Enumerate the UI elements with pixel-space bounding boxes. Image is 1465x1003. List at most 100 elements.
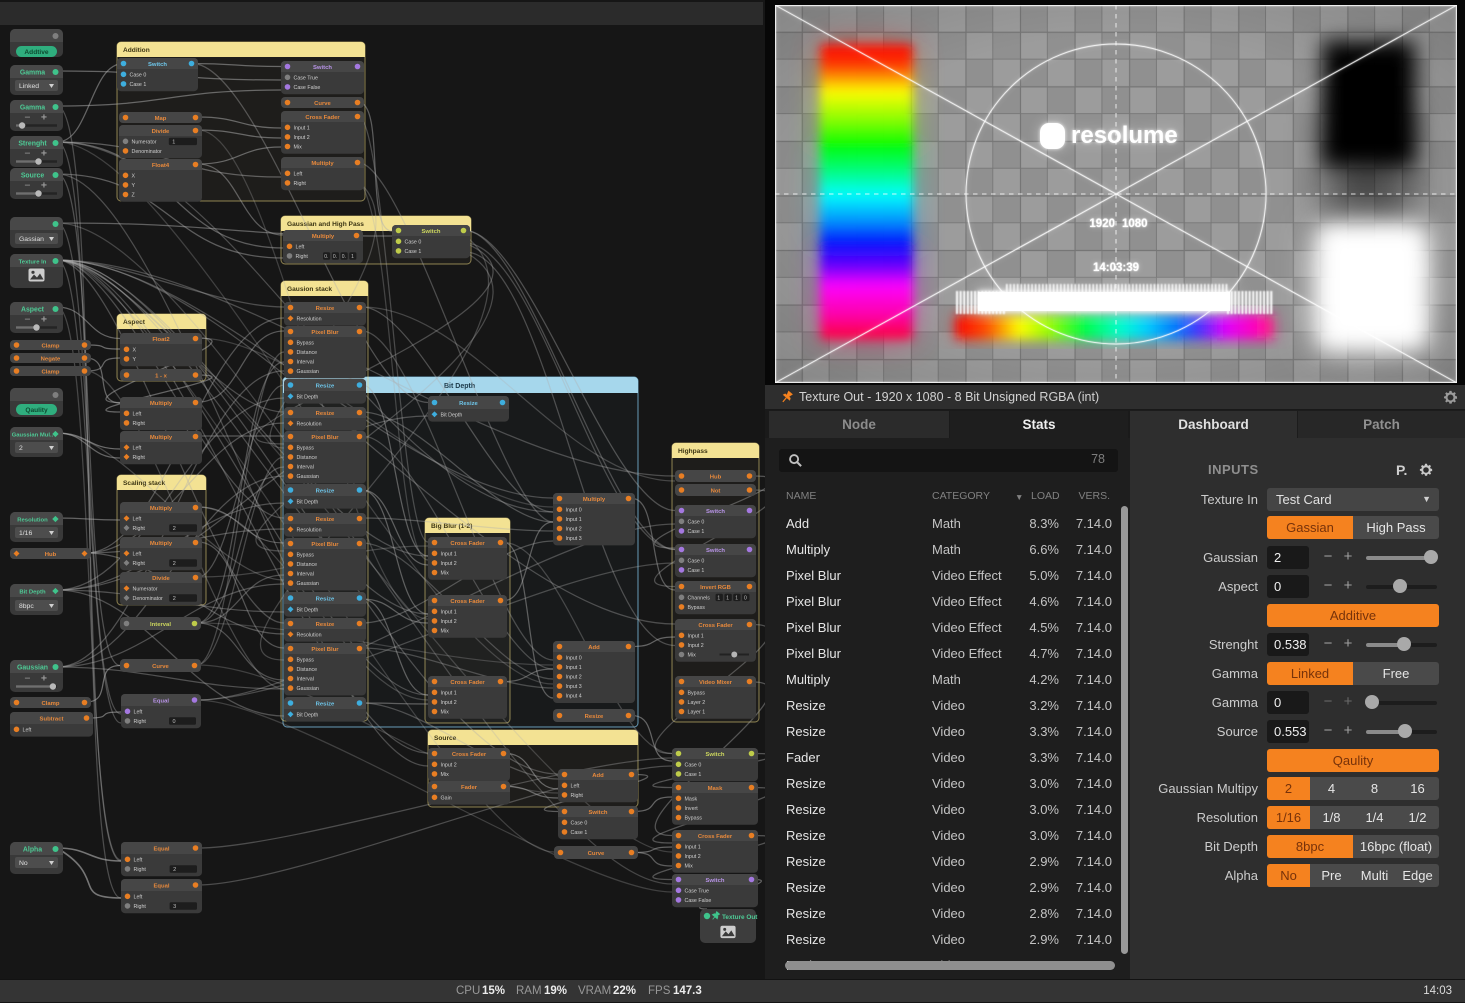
- svg-text:Multiply: Multiply: [311, 161, 334, 167]
- svg-text:No: No: [19, 860, 28, 867]
- svg-text:Switch: Switch: [706, 752, 725, 758]
- svg-text:Bypass: Bypass: [297, 552, 315, 558]
- svg-text:Input 2: Input 2: [685, 854, 701, 860]
- svg-text:0: 0: [744, 595, 747, 601]
- svg-text:Source: Source: [434, 735, 457, 742]
- svg-text:Y: Y: [133, 357, 137, 363]
- svg-text:Resolution: Resolution: [17, 518, 48, 524]
- svg-text:Bit Depth: Bit Depth: [19, 590, 46, 596]
- svg-text:Multiply: Multiply: [150, 435, 173, 441]
- svg-text:Input 1: Input 1: [441, 551, 457, 557]
- svg-text:Layer 1: Layer 1: [688, 710, 706, 716]
- svg-text:Distance: Distance: [297, 350, 318, 356]
- svg-text:Subtract: Subtract: [40, 716, 64, 722]
- svg-text:Gausion stack: Gausion stack: [287, 286, 332, 293]
- svg-text:Interval: Interval: [297, 677, 314, 683]
- svg-text:Case 1: Case 1: [571, 830, 588, 836]
- svg-text:Case False: Case False: [294, 85, 321, 91]
- svg-text:Input 2: Input 2: [441, 762, 457, 768]
- svg-text:Multiply: Multiply: [150, 541, 173, 547]
- svg-text:0: 0: [173, 719, 176, 725]
- svg-text:Input 1: Input 1: [566, 665, 582, 671]
- svg-text:Resize: Resize: [316, 701, 335, 707]
- svg-text:Addition: Addition: [123, 47, 150, 54]
- svg-text:1 - x: 1 - x: [155, 373, 168, 379]
- svg-text:Pixel Blur: Pixel Blur: [311, 647, 339, 653]
- svg-text:Mask: Mask: [685, 796, 698, 802]
- svg-text:Left: Left: [134, 709, 143, 715]
- svg-text:Left: Left: [571, 783, 580, 789]
- svg-text:Bypass: Bypass: [297, 340, 315, 346]
- svg-text:Curve: Curve: [314, 101, 331, 107]
- svg-text:Resize: Resize: [316, 306, 335, 312]
- svg-text:Resize: Resize: [459, 401, 478, 407]
- svg-text:Input 1: Input 1: [441, 690, 457, 696]
- svg-text:Bypass: Bypass: [688, 690, 706, 696]
- svg-text:2: 2: [19, 445, 23, 452]
- svg-text:Right: Right: [294, 181, 307, 187]
- svg-text:Multiply: Multiply: [312, 234, 335, 240]
- svg-text:Input 0: Input 0: [566, 655, 582, 661]
- svg-text:Alpha: Alpha: [23, 847, 42, 854]
- svg-text:Float4: Float4: [152, 163, 170, 169]
- svg-text:Case 0: Case 0: [405, 239, 422, 245]
- svg-text:Invert: Invert: [685, 806, 699, 812]
- svg-text:Switch: Switch: [422, 229, 441, 235]
- svg-text:−: −: [24, 673, 30, 685]
- svg-text:Linked: Linked: [19, 83, 39, 90]
- svg-text:Float2: Float2: [152, 337, 170, 343]
- svg-text:1: 1: [735, 595, 738, 601]
- svg-text:Bit Depth: Bit Depth: [297, 499, 319, 505]
- svg-text:Gaussian: Gaussian: [297, 474, 319, 480]
- svg-text:Case 1: Case 1: [130, 82, 147, 88]
- svg-text:Add: Add: [588, 645, 600, 651]
- svg-text:Mask: Mask: [708, 786, 723, 792]
- svg-text:Equal: Equal: [153, 698, 169, 704]
- svg-text:Pixel Blur: Pixel Blur: [311, 330, 339, 336]
- svg-text:Gaussian: Gaussian: [297, 581, 319, 587]
- svg-text:Input 3: Input 3: [566, 684, 582, 690]
- svg-text:Input 2: Input 2: [441, 561, 457, 567]
- svg-text:Interval: Interval: [297, 360, 314, 366]
- svg-text:Left: Left: [134, 857, 143, 863]
- svg-text:Bit Depth: Bit Depth: [297, 712, 319, 718]
- svg-text:Case True: Case True: [294, 75, 318, 81]
- svg-text:Bit Depth: Bit Depth: [297, 607, 319, 613]
- svg-text:Numerator: Numerator: [132, 139, 157, 145]
- svg-text:1080: 1080: [1122, 218, 1148, 230]
- svg-text:Input 0: Input 0: [566, 507, 582, 513]
- svg-text:Left: Left: [23, 727, 32, 733]
- svg-text:Left: Left: [133, 445, 142, 451]
- svg-text:Denominator: Denominator: [132, 149, 163, 155]
- svg-text:Equal: Equal: [153, 846, 169, 852]
- svg-text:Cross Fader: Cross Fader: [698, 834, 733, 840]
- svg-text:Resize: Resize: [316, 596, 335, 602]
- svg-text:14:03:39: 14:03:39: [1093, 262, 1139, 274]
- svg-text:1: 1: [351, 254, 354, 260]
- svg-text:Resize: Resize: [316, 488, 335, 494]
- svg-text:Gamma: Gamma: [20, 105, 45, 112]
- svg-text:−: −: [24, 112, 30, 124]
- svg-text:1920: 1920: [1089, 218, 1115, 230]
- svg-text:Input 2: Input 2: [294, 135, 310, 141]
- svg-text:Right: Right: [133, 455, 146, 461]
- svg-text:Right: Right: [134, 904, 147, 910]
- svg-text:Cross Fader: Cross Fader: [698, 623, 733, 629]
- svg-text:Layer 2: Layer 2: [688, 700, 706, 706]
- svg-text:Aspect: Aspect: [21, 307, 45, 314]
- svg-text:Input 3: Input 3: [566, 536, 582, 542]
- svg-text:Resolution: Resolution: [297, 316, 322, 322]
- svg-text:Multiply: Multiply: [583, 497, 606, 503]
- svg-text:Resolution: Resolution: [297, 421, 322, 427]
- svg-text:Gaussian: Gaussian: [17, 665, 48, 672]
- svg-text:Clamp: Clamp: [41, 701, 59, 707]
- svg-text:Case 0: Case 0: [571, 820, 588, 826]
- svg-text:Interval: Interval: [297, 572, 314, 578]
- svg-text:Source: Source: [21, 173, 45, 180]
- svg-text:Input 4: Input 4: [566, 694, 582, 700]
- svg-text:Switch: Switch: [706, 878, 725, 884]
- svg-text:Gaussian Mul..: Gaussian Mul..: [12, 433, 54, 439]
- svg-text:Case 1: Case 1: [688, 568, 705, 574]
- svg-text:Map: Map: [155, 116, 167, 122]
- svg-text:8bpc: 8bpc: [19, 603, 34, 610]
